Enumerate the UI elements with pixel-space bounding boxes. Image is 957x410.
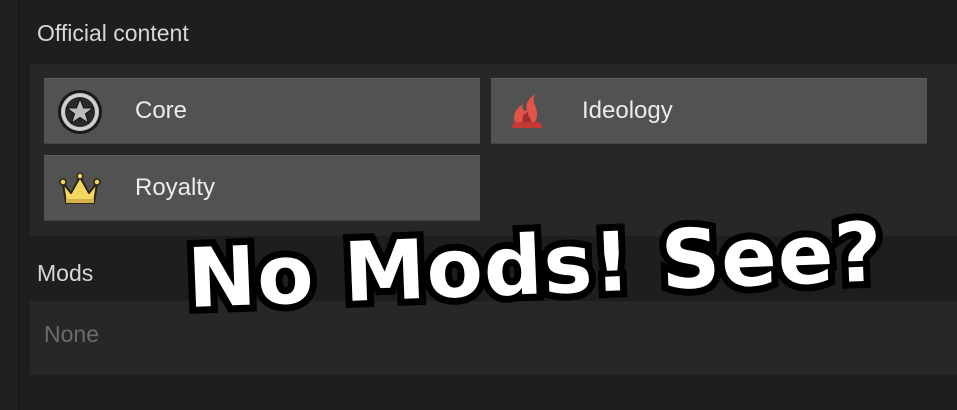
dlc-item-core[interactable]: Core (44, 78, 480, 144)
mods-heading: Mods (37, 260, 94, 286)
dlc-label-ideology: Ideology (582, 97, 673, 124)
dlc-item-ideology[interactable]: Ideology (491, 78, 927, 144)
dlc-label-core: Core (135, 97, 188, 124)
mods-empty-text: None (44, 321, 99, 347)
dlc-label-royalty: Royalty (135, 174, 216, 201)
official-content-heading: Official content (37, 20, 189, 46)
core-star-icon (58, 90, 102, 134)
dlc-item-royalty[interactable]: Royalty (44, 155, 480, 221)
ideology-flame-icon (511, 94, 543, 128)
royalty-crown-icon (59, 172, 101, 204)
